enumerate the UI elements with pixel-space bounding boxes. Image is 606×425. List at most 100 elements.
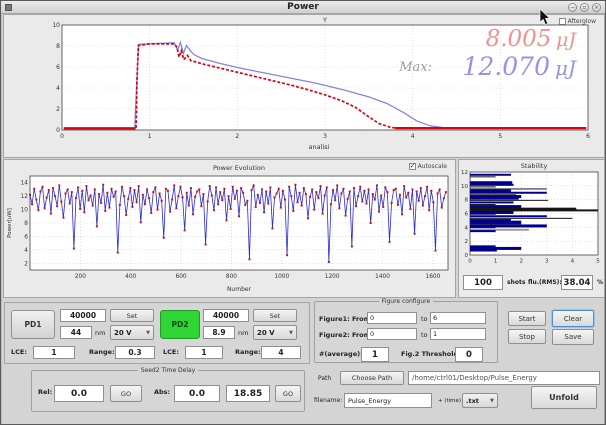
current-energy-readout: 8.005 μJ: [444, 26, 576, 52]
pd2-wavelength-input[interactable]: [203, 326, 235, 339]
svg-text:analisi: analisi: [309, 143, 330, 151]
pd1-voltage-dropdown[interactable]: 20 V▼: [110, 325, 154, 340]
choose-path-button[interactable]: Choose Path: [340, 371, 404, 385]
maximize-button[interactable]: ▫: [580, 3, 589, 12]
svg-text:6: 6: [465, 211, 469, 217]
pd2-cal-input[interactable]: [203, 309, 249, 322]
svg-text:2: 2: [235, 133, 239, 140]
time-suffix-label: + (time): [438, 398, 461, 404]
svg-text:4: 4: [24, 248, 28, 254]
svg-text:1000: 1000: [274, 274, 289, 280]
stop-button[interactable]: Stop: [508, 329, 546, 344]
svg-text:8: 8: [56, 43, 60, 50]
svg-text:8: 8: [24, 221, 28, 227]
svg-text:3: 3: [545, 259, 549, 265]
power-evolution-chart: 20040060080010001200140016002468101214Po…: [4, 160, 456, 298]
clear-button[interactable]: Clear: [552, 310, 594, 327]
figure2-to-label: to: [421, 331, 428, 339]
svg-text:600: 600: [176, 274, 187, 280]
minimize-button[interactable]: −: [568, 3, 577, 12]
average-input[interactable]: [361, 347, 389, 362]
svg-text:4: 4: [411, 133, 415, 140]
autoscale-checkbox-row[interactable]: Autoscale: [409, 163, 447, 170]
abs2-input[interactable]: [226, 385, 270, 402]
svg-text:0: 0: [60, 133, 64, 140]
svg-text:1: 1: [494, 259, 498, 265]
rel-input[interactable]: [54, 385, 104, 402]
max-energy-readout: 12.070 μJ: [436, 52, 576, 81]
pd2-voltage-dropdown[interactable]: 20 V▼: [253, 325, 297, 340]
svg-text:Power[uW]: Power[uW]: [7, 208, 13, 238]
photodiode-panel: PD1 Set nm 20 V▼ PD2 Set nm 20 V▼ LCE: R…: [4, 302, 310, 364]
svg-text:10: 10: [21, 208, 29, 214]
path-input[interactable]: [408, 371, 600, 385]
svg-text:1400: 1400: [375, 274, 390, 280]
pd2-button[interactable]: PD2: [160, 310, 200, 339]
pd1-lce-input[interactable]: [33, 346, 75, 359]
save-button[interactable]: Save: [552, 329, 594, 345]
svg-text:0: 0: [56, 127, 60, 134]
abs-label: Abs:: [154, 388, 170, 396]
figure-configure-group: Figure configure Figure1: From to Figure…: [314, 298, 498, 363]
close-button[interactable]: ×: [592, 3, 601, 12]
file-save-area: Path Choose Path filename: + (time) .txt…: [314, 367, 606, 413]
svg-text:Power Evolution: Power Evolution: [213, 164, 265, 172]
titlebar[interactable]: Power − ▫ ×: [1, 1, 605, 14]
energy-plot-panel: Afterglow 01234560246810Yanalisi 8.005 μ…: [3, 14, 605, 158]
max-energy-label: Max:: [384, 60, 432, 75]
filename-input[interactable]: [344, 393, 432, 408]
pd1-lce-label: LCE:: [11, 348, 27, 356]
pd1-button[interactable]: PD1: [11, 310, 55, 339]
autoscale-checkbox[interactable]: [409, 163, 416, 170]
figure1-to-input[interactable]: [430, 312, 486, 324]
pd1-range-label: Range:: [89, 348, 115, 356]
shots-input[interactable]: [463, 275, 503, 290]
abs-input[interactable]: [174, 385, 220, 402]
pd1-cal-input[interactable]: [60, 309, 106, 322]
figure1-to-label: to: [421, 315, 428, 323]
chevron-down-icon: ▼: [490, 398, 494, 404]
svg-text:6: 6: [24, 234, 28, 240]
svg-text:Y: Y: [322, 16, 327, 24]
unfold-button[interactable]: Unfold: [531, 386, 597, 409]
svg-text:Stability: Stability: [521, 162, 548, 170]
svg-text:4: 4: [465, 225, 469, 231]
start-button[interactable]: Start: [508, 311, 546, 326]
svg-text:200: 200: [75, 274, 86, 280]
svg-text:2: 2: [56, 106, 60, 113]
abs-go-button[interactable]: GO: [275, 385, 301, 402]
figure1-from-input[interactable]: [367, 312, 417, 324]
svg-text:2: 2: [24, 261, 28, 267]
filename-label: filename:: [314, 397, 342, 404]
figure2-from-input[interactable]: [367, 328, 417, 340]
svg-text:2: 2: [465, 239, 469, 245]
svg-text:0: 0: [468, 259, 472, 265]
pd1-range-input[interactable]: [115, 346, 155, 359]
pd2-set-button[interactable]: Set: [253, 309, 297, 322]
svg-text:3: 3: [323, 133, 327, 140]
svg-text:400: 400: [125, 274, 136, 280]
pd2-lce-label: LCE:: [163, 348, 179, 356]
svg-text:2: 2: [519, 259, 523, 265]
figure2-to-input[interactable]: [430, 328, 486, 340]
window-icon: [5, 4, 12, 11]
rms-input[interactable]: [561, 275, 593, 290]
svg-text:Number: Number: [227, 286, 252, 293]
extension-dropdown[interactable]: .txt▼: [462, 393, 498, 408]
average-label: #(average):: [319, 350, 363, 358]
shots-label: shots: [507, 279, 525, 286]
rms-label: flu.(RMS):: [528, 279, 562, 286]
power-evolution-panel: 20040060080010001200140016002468101214Po…: [3, 159, 456, 298]
pd1-wavelength-input[interactable]: [60, 326, 92, 339]
window-title: Power: [287, 2, 319, 12]
rel-go-button[interactable]: GO: [110, 385, 142, 402]
mouse-cursor: [539, 9, 553, 27]
pd1-set-button[interactable]: Set: [110, 309, 154, 322]
pd2-range-input[interactable]: [261, 346, 301, 359]
svg-text:4: 4: [56, 85, 60, 92]
fig2-threshold-input[interactable]: [455, 347, 483, 362]
svg-text:6: 6: [56, 64, 60, 71]
seed2-time-delay-group: Seed2 Time Delay Rel: GO Abs: GO: [31, 367, 305, 412]
pd2-lce-input[interactable]: [185, 346, 223, 359]
svg-text:800: 800: [226, 274, 237, 280]
